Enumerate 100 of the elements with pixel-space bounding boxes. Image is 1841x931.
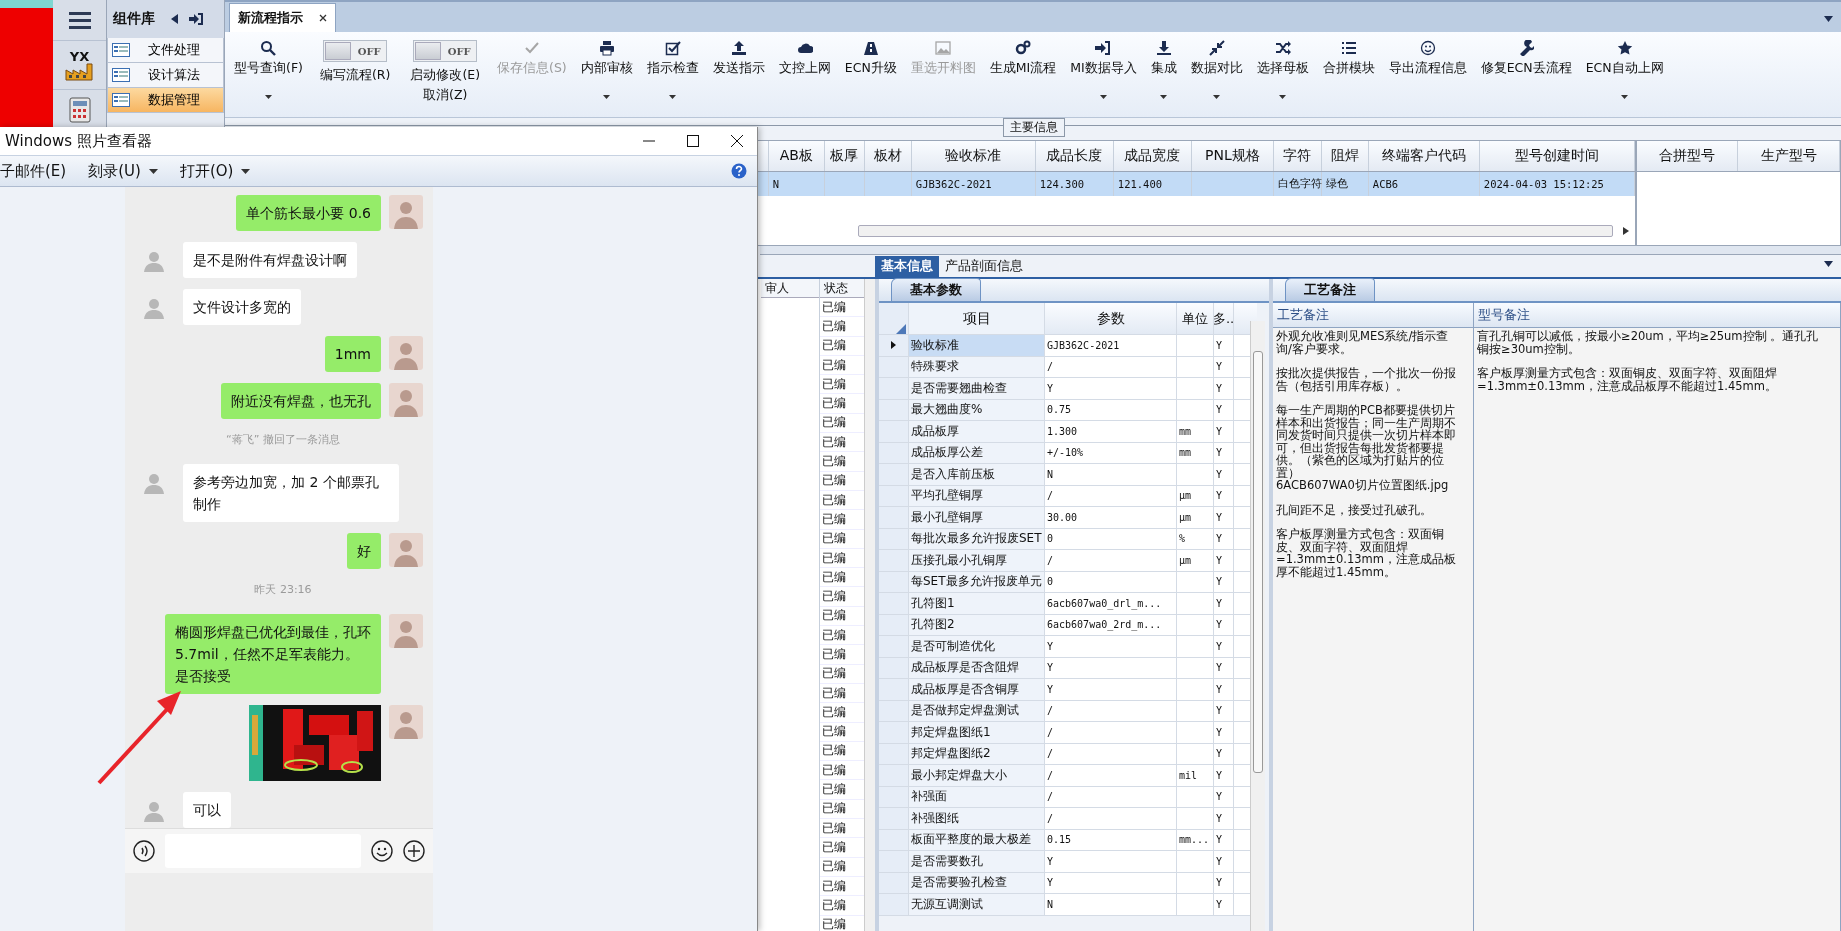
image-icon	[935, 40, 952, 56]
close-icon[interactable]	[319, 14, 327, 22]
calculator-icon[interactable]	[66, 97, 93, 123]
emoji-icon[interactable]	[371, 840, 393, 862]
table-cell: /	[1045, 550, 1177, 571]
menu-item[interactable]: 刻录(U)	[88, 161, 158, 181]
help-icon[interactable]	[731, 163, 747, 180]
toolbar-button[interactable]: 型号查询(F)	[227, 40, 310, 99]
scrollbar[interactable]	[1250, 321, 1265, 931]
close-icon[interactable]	[731, 135, 743, 148]
star-icon	[1616, 40, 1633, 56]
menu-item[interactable]: 子邮件(E)	[0, 161, 67, 181]
column-header[interactable]: 型号创建时间	[1479, 141, 1635, 171]
voice-icon[interactable]	[133, 840, 155, 862]
panel-title: 组件库	[113, 10, 155, 28]
add-icon[interactable]	[403, 840, 425, 862]
column-header[interactable]: 验收标准	[911, 141, 1036, 171]
table-cell: 121.400	[1117, 178, 1163, 190]
chat-bubble: 参考旁边加宽，加 2 个邮票孔制作	[183, 464, 399, 522]
caret-icon	[1213, 95, 1221, 99]
toolbar-button[interactable]: ECN自动上网	[1578, 40, 1671, 99]
column-header[interactable]: 成品长度	[1035, 141, 1114, 171]
toolbar-button[interactable]: 指示检查	[639, 40, 706, 99]
table-cell: 成品板厚公差	[909, 442, 1045, 463]
table-cell: 每批次最多允许报废SET	[909, 528, 1045, 549]
column-header[interactable]: 合拼型号	[1636, 141, 1739, 171]
factory-icon[interactable]	[64, 62, 95, 81]
toolbar-button[interactable]: 合拼模块	[1315, 40, 1382, 77]
table-cell: 每SET最多允许报废单元	[909, 571, 1045, 592]
menu-icon[interactable]	[68, 11, 91, 29]
menu-item[interactable]: 打开(O)	[179, 161, 251, 181]
column-header[interactable]: 多..	[1214, 303, 1234, 334]
column-header[interactable]: 参数	[1045, 303, 1177, 334]
toolbar-button[interactable]: 文控上网	[771, 40, 838, 77]
panel-tab[interactable]: 工艺备注	[1285, 278, 1375, 301]
column-header[interactable]: 状态	[820, 279, 864, 298]
table-cell: mm	[1177, 421, 1214, 442]
timestamp: 昨天 23:16	[253, 582, 313, 597]
user-icon	[143, 297, 165, 319]
caret-icon[interactable]	[1824, 261, 1833, 267]
table-cell: 已编	[822, 510, 846, 528]
panel-tab[interactable]: 基本参数	[891, 278, 981, 301]
column-header[interactable]: 单位	[1177, 303, 1214, 334]
table-cell: /	[1045, 700, 1177, 721]
table-cell: GJB362C-2021	[1045, 335, 1177, 356]
toolbar-button[interactable]: 导出流程信息	[1381, 40, 1474, 77]
row-header[interactable]	[879, 335, 909, 356]
column-header[interactable]: 阻焊	[1321, 141, 1369, 171]
table-cell: 已编	[822, 491, 846, 509]
column-header[interactable]: 项目	[909, 303, 1045, 334]
library-item[interactable]: 文件处理	[107, 38, 224, 63]
library-item[interactable]: 数据管理	[107, 88, 224, 113]
detail-tab[interactable]: 产品剖面信息	[939, 256, 1029, 277]
table-cell: GJB362C-2021	[915, 178, 992, 190]
column-header[interactable]: 成品宽度	[1113, 141, 1192, 171]
toolbar-button[interactable]: 生成MI流程	[982, 40, 1064, 77]
toolbar-button[interactable]: 内部审核	[573, 40, 640, 99]
toolbar-button[interactable]: ECN升级	[837, 40, 904, 77]
table-cell: 是否需要验孔检查	[909, 872, 1045, 893]
caret-icon	[1279, 95, 1287, 99]
sign-in-icon[interactable]	[189, 13, 203, 25]
scrollbar[interactable]	[864, 279, 875, 931]
current-row-icon	[891, 341, 896, 350]
avatar-icon	[389, 705, 423, 739]
column-header[interactable]: 生产型号	[1738, 141, 1840, 171]
table-cell: /	[1045, 485, 1177, 506]
column-header[interactable]: 板厚	[824, 141, 865, 171]
column-header[interactable]: 审人	[761, 279, 819, 298]
column-header[interactable]: PNL规格	[1191, 141, 1274, 171]
table-cell: Y	[1214, 679, 1234, 700]
library-item[interactable]: 设计算法	[107, 63, 224, 88]
toggle-switch[interactable]: OFF	[323, 40, 388, 62]
column-header[interactable]: 板材	[864, 141, 912, 171]
column-header[interactable]: 字符	[1273, 141, 1322, 171]
column-header[interactable]: AB板	[768, 141, 825, 171]
arrow-right-icon[interactable]	[1622, 227, 1629, 235]
caret-icon[interactable]	[1824, 16, 1833, 22]
maximize-icon[interactable]	[687, 135, 699, 148]
document-tab[interactable]: 新流程指示	[229, 3, 336, 32]
toolbar-button[interactable]: 选择母板	[1249, 40, 1316, 99]
table-cell: ACB6	[1372, 178, 1399, 190]
toolbar-button[interactable]: 发送指示	[705, 40, 772, 77]
toolbar-button[interactable]: 数据对比	[1183, 40, 1250, 99]
notes-field[interactable]: 盲孔孔铜可以减低，按最小≥20um，平均≥25um控制 。通孔孔铜按≥30um控制。 客户板厚测量方式包含：双面铜皮、双面字符、双面阻焊=1.3mm±0.13mm，注意成品板厚不能超过1.45mm。	[1474, 328, 1840, 931]
table-cell: 孔符图1	[909, 593, 1045, 614]
table-cell: 30.00	[1045, 507, 1177, 528]
column-header[interactable]: 终端客户代码	[1368, 141, 1480, 171]
detail-tab[interactable]: 基本信息	[875, 256, 939, 277]
table-cell: Y	[1214, 722, 1234, 743]
table-cell: 已编	[822, 838, 846, 856]
table-cell: 6acb607wa0_2rd_m...	[1045, 614, 1177, 635]
table-cell: 绿色	[1325, 177, 1348, 191]
toolbar-button[interactable]: MI数据导入	[1063, 40, 1144, 99]
toggle-switch[interactable]: OFF	[413, 40, 478, 62]
collapse-icon[interactable]	[171, 14, 179, 24]
toolbar-button[interactable]: 集成	[1143, 40, 1184, 99]
toolbar-button[interactable]: 修复ECN丢流程	[1473, 40, 1579, 77]
table-row[interactable]: N GJB362C-2021 124.300 121.400 白色字符 绿色 ACB6 2024-04-03 15:12:25	[757, 172, 1635, 196]
splitter[interactable]	[760, 246, 1841, 255]
table-cell: 压接孔最小孔铜厚	[909, 550, 1045, 571]
